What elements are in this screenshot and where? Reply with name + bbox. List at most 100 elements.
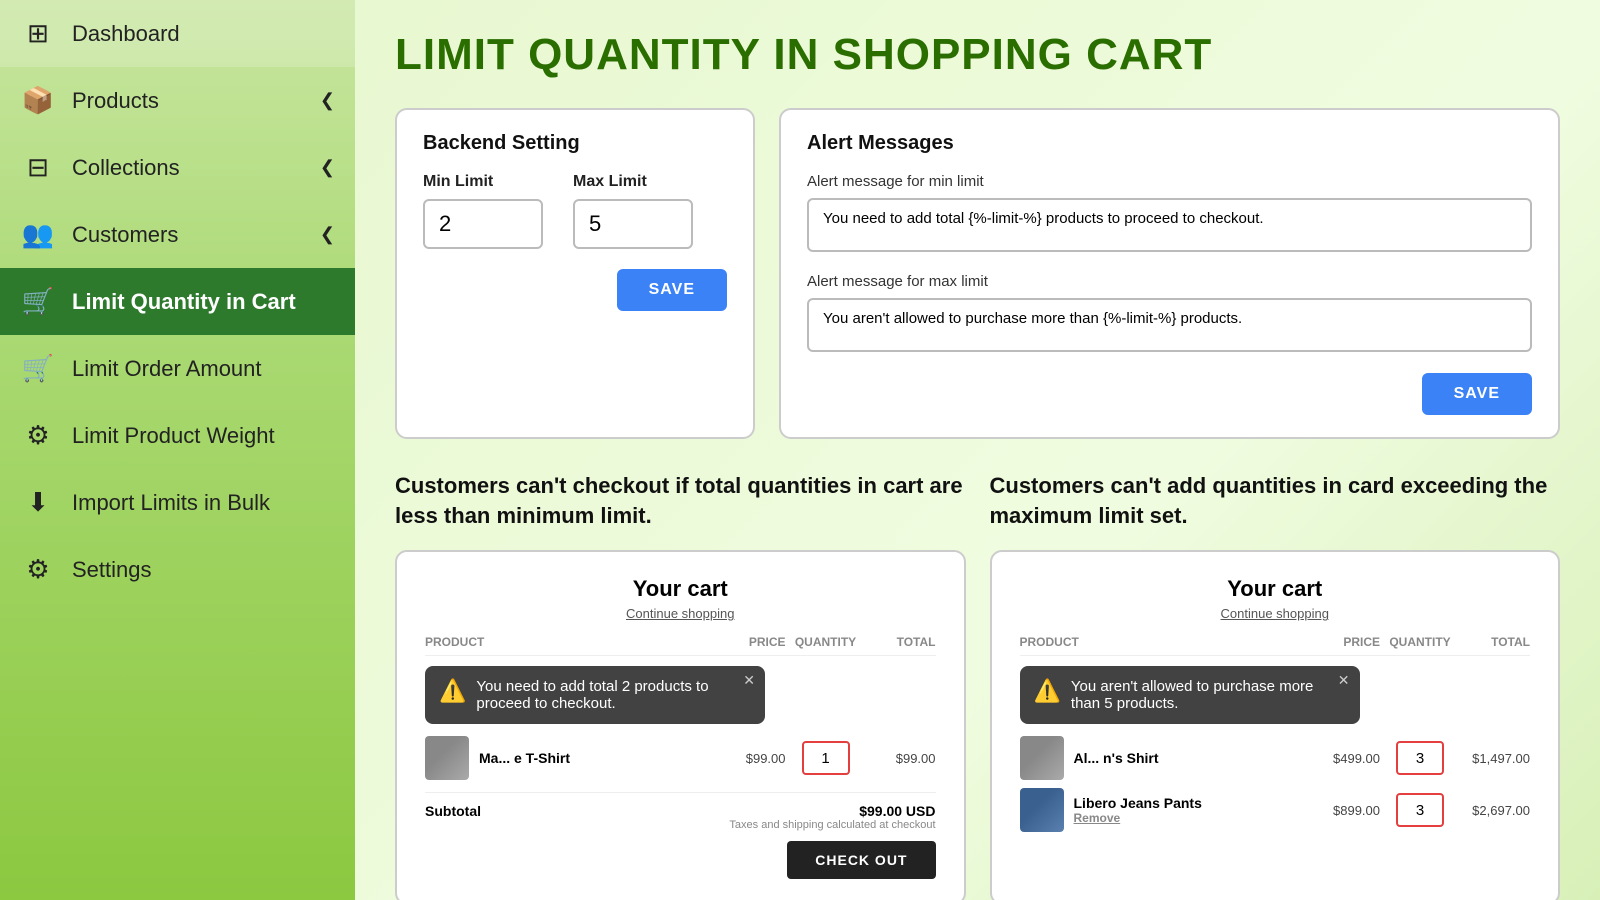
header-total: TOTAL — [866, 635, 936, 649]
cart-right-row2: Libero Jeans Pants Remove $899.00 3 $2,6… — [1020, 788, 1531, 832]
max-limit-label: Max Limit — [573, 173, 693, 191]
sidebar-item-limit-order[interactable]: 🛒 Limit Order Amount — [0, 335, 355, 402]
sidebar-item-label: Customers — [72, 222, 178, 248]
sidebar: ⊞ Dashboard 📦 Products ❮ ⊟ Collections ❮… — [0, 0, 355, 900]
min-limit-field: Min Limit — [423, 173, 543, 249]
product-info: Libero Jeans Pants Remove — [1074, 795, 1202, 825]
product-total: $1,497.00 — [1460, 751, 1530, 766]
product-thumbnail — [1020, 736, 1064, 780]
products-icon: 📦 — [20, 85, 56, 116]
cart-product-col: Al... n's Shirt — [1020, 736, 1311, 780]
alert-messages-panel: Alert Messages Alert message for min lim… — [779, 108, 1560, 439]
alert-messages-title: Alert Messages — [807, 132, 1532, 155]
header-price: PRICE — [1310, 635, 1380, 649]
header-total: TOTAL — [1460, 635, 1530, 649]
sidebar-item-collections[interactable]: ⊟ Collections ❮ — [0, 134, 355, 201]
sidebar-item-settings[interactable]: ⚙ Settings — [0, 536, 355, 603]
close-toast-button[interactable]: ✕ — [743, 672, 755, 689]
qty-input[interactable]: 1 — [802, 741, 850, 775]
product-total: $99.00 — [866, 751, 936, 766]
chevron-icon: ❮ — [320, 157, 335, 178]
sidebar-item-products[interactable]: 📦 Products ❮ — [0, 67, 355, 134]
max-alert-textarea[interactable]: You aren't allowed to purchase more than… — [807, 298, 1532, 352]
sidebar-item-dashboard[interactable]: ⊞ Dashboard — [0, 0, 355, 67]
header-price: PRICE — [716, 635, 786, 649]
import-icon: ⬇ — [20, 487, 56, 518]
product-price: $99.00 — [716, 751, 786, 766]
remove-link[interactable]: Remove — [1074, 811, 1202, 825]
alerts-save-button[interactable]: SAVE — [1422, 373, 1532, 415]
cart-left-continue[interactable]: Continue shopping — [425, 606, 936, 621]
min-limit-input[interactable] — [423, 199, 543, 249]
cart-right-row1: Al... n's Shirt $499.00 3 $1,497.00 — [1020, 736, 1531, 780]
max-limit-input[interactable] — [573, 199, 693, 249]
product-total: $2,697.00 — [1460, 803, 1530, 818]
product-qty-col: 3 — [1380, 793, 1460, 827]
cart-right-title: Your cart — [1020, 576, 1531, 602]
product-thumbnail — [1020, 788, 1064, 832]
cart-left-headers: PRODUCT PRICE QUANTITY TOTAL — [425, 635, 936, 656]
min-alert-textarea[interactable]: You need to add total {%-limit-%} produc… — [807, 198, 1532, 252]
limit-order-icon: 🛒 — [20, 353, 56, 384]
backend-setting-title: Backend Setting — [423, 132, 727, 155]
cart-icon: 🛒 — [20, 286, 56, 317]
product-name: Libero Jeans Pants — [1074, 795, 1202, 811]
chevron-icon: ❮ — [320, 224, 335, 245]
sidebar-item-label: Import Limits in Bulk — [72, 490, 270, 516]
collections-icon: ⊟ — [20, 152, 56, 183]
sidebar-item-label: Limit Product Weight — [72, 423, 275, 449]
cart-tax-note: Taxes and shipping calculated at checkou… — [425, 819, 936, 831]
top-panels: Backend Setting Min Limit Max Limit SAVE… — [395, 108, 1560, 439]
cart-right-toast: ⚠️ You aren't allowed to purchase more t… — [1020, 666, 1360, 724]
cart-product-col: Ma... e T-Shirt — [425, 736, 716, 780]
sidebar-item-import-limits[interactable]: ⬇ Import Limits in Bulk — [0, 469, 355, 536]
sidebar-item-limit-weight[interactable]: ⚙ Limit Product Weight — [0, 402, 355, 469]
cart-subtotal-row: Subtotal $99.00 USD — [425, 792, 936, 819]
product-qty-col: 1 — [786, 741, 866, 775]
subtotal-label: Subtotal — [425, 803, 481, 819]
sidebar-item-label: Limit Order Amount — [72, 356, 262, 382]
cart-right-continue[interactable]: Continue shopping — [1020, 606, 1531, 621]
qty-input[interactable]: 3 — [1396, 793, 1444, 827]
checkout-button[interactable]: CHECK OUT — [787, 841, 935, 879]
limit-weight-icon: ⚙ — [20, 420, 56, 451]
sidebar-item-label: Collections — [72, 155, 180, 181]
cart-panel-left: Your cart Continue shopping PRODUCT PRIC… — [395, 550, 966, 900]
page-title: LIMIT QUANTITY IN SHOPPING CART — [395, 30, 1560, 80]
description-row: Customers can't checkout if total quanti… — [395, 471, 1560, 530]
max-alert-label: Alert message for max limit — [807, 273, 1532, 290]
sidebar-item-customers[interactable]: 👥 Customers ❮ — [0, 201, 355, 268]
chevron-icon: ❮ — [320, 90, 335, 111]
product-thumbnail — [425, 736, 469, 780]
subtotal-value: $99.00 USD — [859, 803, 935, 819]
sidebar-item-limit-quantity[interactable]: 🛒 Limit Quantity in Cart — [0, 268, 355, 335]
product-name: Ma... e T-Shirt — [479, 750, 570, 766]
cart-right-headers: PRODUCT PRICE QUANTITY TOTAL — [1020, 635, 1531, 656]
sidebar-item-label: Settings — [72, 557, 152, 583]
warning-icon: ⚠️ — [439, 678, 466, 704]
header-qty: QUANTITY — [1380, 635, 1460, 649]
limits-row: Min Limit Max Limit — [423, 173, 727, 249]
main-content: LIMIT QUANTITY IN SHOPPING CART Backend … — [355, 0, 1600, 900]
header-qty: QUANTITY — [786, 635, 866, 649]
qty-input[interactable]: 3 — [1396, 741, 1444, 775]
toast-message: You need to add total 2 products to proc… — [476, 678, 747, 712]
product-price: $499.00 — [1310, 751, 1380, 766]
cart-previews: Your cart Continue shopping PRODUCT PRIC… — [395, 550, 1560, 900]
desc-right: Customers can't add quantities in card e… — [990, 471, 1561, 530]
sidebar-item-label: Dashboard — [72, 21, 180, 47]
customers-icon: 👥 — [20, 219, 56, 250]
backend-save-button[interactable]: SAVE — [617, 269, 727, 311]
backend-setting-panel: Backend Setting Min Limit Max Limit SAVE — [395, 108, 755, 439]
desc-left: Customers can't checkout if total quanti… — [395, 471, 966, 530]
warning-icon: ⚠️ — [1034, 678, 1061, 704]
close-toast-button[interactable]: ✕ — [1338, 672, 1350, 689]
cart-product-col: Libero Jeans Pants Remove — [1020, 788, 1311, 832]
product-qty-col: 3 — [1380, 741, 1460, 775]
max-alert-section: Alert message for max limit You aren't a… — [807, 273, 1532, 357]
min-alert-section: Alert message for min limit You need to … — [807, 173, 1532, 257]
sidebar-item-label: Limit Quantity in Cart — [72, 289, 296, 315]
cart-panel-right: Your cart Continue shopping PRODUCT PRIC… — [990, 550, 1561, 900]
min-limit-label: Min Limit — [423, 173, 543, 191]
cart-left-toast: ⚠️ You need to add total 2 products to p… — [425, 666, 765, 724]
